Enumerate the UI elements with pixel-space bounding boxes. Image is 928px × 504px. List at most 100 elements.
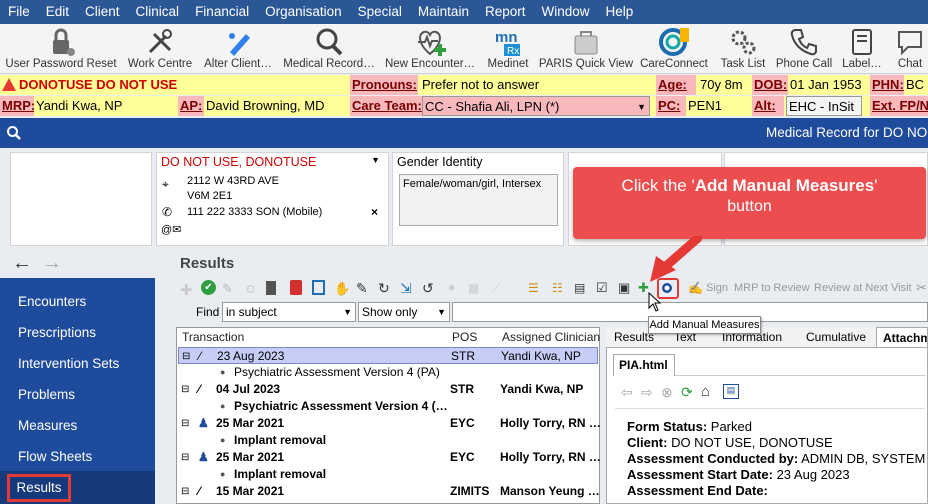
main-toolbar: User Password Reset Work Centre Alter Cl… xyxy=(0,24,928,74)
person-icon[interactable]: ☺ xyxy=(244,281,257,296)
collapse-icon[interactable]: ⊟ xyxy=(181,483,189,500)
tab-attachments[interactable]: Attachm xyxy=(876,327,928,347)
check-icon[interactable]: ✔ xyxy=(201,280,216,295)
find-scope-select[interactable]: in subject ▼ xyxy=(222,302,356,322)
mrp-value: Yandi Kwa, NP xyxy=(34,96,176,116)
sidebar-item-intervention-sets[interactable]: Intervention Sets xyxy=(18,356,119,371)
table-row[interactable]: ⊟ ♟ 25 Mar 2021 EYC Holly Torry, RN … xyxy=(178,449,601,466)
print-icon[interactable]: ▤ xyxy=(723,384,739,399)
list-alt-icon[interactable]: ☷ xyxy=(552,281,563,295)
table-row[interactable]: ⊟ ⁄ 23 Aug 2023 STR Yandi Kwa, NP xyxy=(178,347,598,364)
user-password-reset-button[interactable]: User Password Reset xyxy=(0,24,122,74)
table-row[interactable]: ⊟ ⁄ 04 Jul 2023 STR Yandi Kwa, NP xyxy=(178,381,598,398)
copy-icon[interactable] xyxy=(266,281,276,295)
alter-client-button[interactable]: Alter Client… xyxy=(198,24,278,74)
task-list-button[interactable]: Task List xyxy=(712,24,774,74)
forward-arrow-icon[interactable]: → xyxy=(42,252,62,275)
menu-special[interactable]: Special xyxy=(350,0,410,24)
forward-icon[interactable]: ⇨ xyxy=(641,384,653,401)
work-centre-button[interactable]: Work Centre xyxy=(122,24,198,74)
back-arrow-icon[interactable]: ← xyxy=(12,252,32,275)
label-button[interactable]: Label… xyxy=(834,24,890,74)
email-icon[interactable]: @✉ xyxy=(161,223,181,236)
menu-organisation[interactable]: Organisation xyxy=(257,0,350,24)
refresh-icon[interactable]: ⟳ xyxy=(681,384,693,401)
careconnect-button[interactable]: CareConnect xyxy=(636,24,712,74)
tab-pia-html[interactable]: PIA.html xyxy=(613,354,675,376)
care-team-dropdown[interactable]: CC - Shafia Ali, LPN (*) ▼ xyxy=(422,96,650,116)
chat-button[interactable]: Chat xyxy=(890,24,928,74)
collapse-icon[interactable]: ⊟ xyxy=(181,415,189,432)
phone-call-button[interactable]: Phone Call xyxy=(774,24,834,74)
sign-link[interactable]: Sign xyxy=(706,282,728,294)
clipboard-icon[interactable]: ▣ xyxy=(618,280,630,296)
collapse-icon[interactable]: ⊟ xyxy=(181,449,189,466)
sidebar-item-flow-sheets[interactable]: Flow Sheets xyxy=(18,449,92,464)
table-row[interactable]: ⊟ ⁄ 15 Mar 2021 ZIMITS Manson Yeung … xyxy=(178,483,600,500)
menu-file[interactable]: File xyxy=(0,0,38,24)
sidebar-item-problems[interactable]: Problems xyxy=(18,387,75,402)
sidebar-item-encounters[interactable]: Encounters xyxy=(18,294,86,309)
undo-icon[interactable]: ↺ xyxy=(422,280,434,297)
disabled-circle-icon[interactable]: ● xyxy=(448,280,455,294)
ext-fp-label[interactable]: Ext. FP/N xyxy=(870,96,928,116)
list-icon[interactable]: ☰ xyxy=(528,281,539,295)
sidebar-item-results[interactable]: Results xyxy=(7,474,71,502)
edit-icon[interactable]: ✎ xyxy=(356,280,368,297)
table-row[interactable]: ⊟ ♟ 25 Mar 2021 EYC Holly Torry, RN … xyxy=(178,415,601,432)
new-encounter-button[interactable]: New Encounter… xyxy=(380,24,480,74)
export-icon[interactable]: ⇲ xyxy=(400,280,412,297)
menu-clinical[interactable]: Clinical xyxy=(128,0,188,24)
table-subrow[interactable]: ● Implant removal xyxy=(178,466,598,483)
pronouns-label: Pronouns: xyxy=(350,75,418,95)
more-icon[interactable]: ✂ xyxy=(916,280,927,296)
chart-icon[interactable]: ⟋ xyxy=(492,281,500,296)
outline-icon[interactable]: ▤ xyxy=(574,281,585,295)
care-team-label[interactable]: Care Team: xyxy=(350,96,422,116)
pen-icon[interactable]: ✎ xyxy=(222,281,233,297)
add-icon[interactable]: ✚ xyxy=(180,281,193,299)
trash-icon[interactable] xyxy=(290,280,302,295)
hand-icon[interactable]: ✋ xyxy=(334,281,350,297)
document-icon[interactable] xyxy=(312,280,325,295)
mrp-to-review-link[interactable]: MRP to Review xyxy=(734,282,810,294)
column-header-transaction[interactable]: Transaction xyxy=(182,330,244,346)
home-icon[interactable]: ⌂ xyxy=(701,383,710,400)
stop-icon[interactable]: ⊗ xyxy=(661,384,673,401)
sidebar-item-measures[interactable]: Measures xyxy=(18,418,77,433)
menu-client[interactable]: Client xyxy=(77,0,128,24)
review-next-visit-link[interactable]: Review at Next Visit xyxy=(814,282,912,294)
alt-dropdown[interactable]: EHC - InSit xyxy=(786,96,862,116)
close-icon[interactable]: × xyxy=(371,205,378,219)
client-name[interactable]: DO NOT USE, DONOTUSE xyxy=(161,155,316,169)
pronouns-value: Prefer not to answer xyxy=(420,75,654,95)
medinet-button[interactable]: mn Rx Medinet xyxy=(480,24,536,74)
chevron-down-icon[interactable]: ▼ xyxy=(371,155,380,165)
column-header-clinician[interactable]: Assigned Clinician xyxy=(502,330,600,346)
sidebar-item-prescriptions[interactable]: Prescriptions xyxy=(18,325,96,340)
conducted-by-line: Assessment Conducted by: ADMIN DB, SYSTE… xyxy=(627,451,926,466)
grid-icon[interactable]: ▦ xyxy=(468,281,479,295)
collapse-icon[interactable]: ⊟ xyxy=(181,381,189,398)
tab-cumulative[interactable]: Cumulative xyxy=(806,330,866,344)
clipboard-check-icon[interactable]: ☑ xyxy=(596,280,608,296)
back-icon[interactable]: ⇦ xyxy=(621,384,633,401)
menu-financial[interactable]: Financial xyxy=(187,0,257,24)
collapse-icon[interactable]: ⊟ xyxy=(182,348,190,365)
menu-window[interactable]: Window xyxy=(533,0,597,24)
refresh-icon[interactable]: ↻ xyxy=(378,280,390,297)
menu-report[interactable]: Report xyxy=(477,0,534,24)
search-icon[interactable] xyxy=(6,125,22,141)
table-subrow[interactable]: ● Psychiatric Assessment Version 4 (PA) xyxy=(178,364,598,381)
show-only-select[interactable]: Show only ▼ xyxy=(358,302,450,322)
menu-edit[interactable]: Edit xyxy=(38,0,77,24)
paris-quick-view-button[interactable]: PARIS Quick View xyxy=(536,24,636,74)
menu-maintain[interactable]: Maintain xyxy=(410,0,477,24)
menu-help[interactable]: Help xyxy=(598,0,642,24)
table-subrow[interactable]: ● Implant removal xyxy=(178,432,598,449)
column-header-pos[interactable]: POS xyxy=(452,330,477,346)
medical-record-button[interactable]: Medical Record… xyxy=(278,24,380,74)
table-subrow[interactable]: ● Psychiatric Assessment Version 4 (… xyxy=(178,398,598,415)
bullet-icon: ● xyxy=(220,401,226,411)
results-toolbar: ✚ ✔ ✎ ☺ ✋ ✎ ↻ ⇲ ↺ ● ▦ ⟋ ☰ ☷ ▤ ☑ ▣ ✚ ✍ Si… xyxy=(176,278,928,300)
